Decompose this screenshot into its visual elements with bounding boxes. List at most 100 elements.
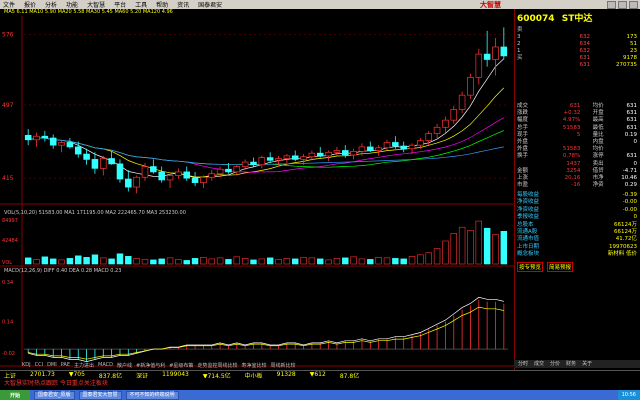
stat-value: 631 — [626, 103, 637, 109]
indicator-tab[interactable]: 走势监控周线比较 — [197, 362, 237, 370]
indicator-tab[interactable]: #新净值与利 — [136, 362, 165, 370]
indicator-tab[interactable]: PAE — [61, 362, 70, 370]
volume-bar — [266, 257, 274, 265]
minimize-icon[interactable] — [607, 1, 616, 9]
orderbook-label: 买 — [517, 55, 523, 61]
financials: 每股收益 -0.39 净资收益 -0.00 净资收益 -0.00 季报收益 0 总股本 66124… — [517, 192, 637, 259]
link-bar: 按专预览 简易预报 — [517, 262, 574, 272]
candle-body — [325, 151, 332, 157]
volume-bar — [375, 257, 382, 265]
stat-value: 1437 — [566, 160, 581, 167]
menu-item[interactable]: 功能 — [66, 0, 78, 9]
index-value: 837.8亿 — [98, 373, 123, 380]
financial-label: 概念板块 — [517, 251, 540, 258]
volume-bar — [49, 258, 57, 265]
candle-body — [483, 53, 491, 60]
orderbook-price: 632 — [579, 34, 591, 40]
close-icon[interactable] — [629, 1, 638, 9]
candle-body — [83, 153, 90, 160]
quote-tab[interactable]: 分价 — [550, 360, 560, 368]
stat-value: 4.97% — [562, 117, 581, 124]
stat-label: 金额 — [517, 167, 529, 174]
volume-bar — [325, 259, 332, 265]
taskbar-task[interactable]: 国泰君安_原版 — [34, 390, 75, 400]
candle-body — [375, 147, 382, 151]
quote-tab[interactable]: 关于 — [582, 360, 592, 368]
stat-label: 市盈 — [517, 182, 529, 189]
volume-bar — [133, 258, 140, 265]
menu-item[interactable]: 分析 — [45, 0, 57, 9]
volume-bar — [275, 259, 282, 265]
candle-body — [442, 119, 449, 128]
candle-body — [49, 137, 57, 146]
indicator-tab[interactable]: DMI — [47, 362, 57, 370]
indicator-tab[interactable]: #星级布策 — [169, 362, 193, 370]
candle-body — [450, 109, 458, 121]
stat-row: 外盘 51583 均价 — [517, 146, 637, 153]
indicator-tab[interactable]: 主力进出 — [74, 362, 94, 370]
news-ticker[interactable]: 大智慧实时热点跟踪 今日重点关注板块 — [0, 378, 640, 387]
candle-body — [100, 158, 107, 169]
menu-item[interactable]: 资讯 — [177, 0, 189, 9]
candle-body — [166, 175, 174, 181]
candle-body — [41, 135, 49, 139]
stat-value: 631 — [626, 117, 637, 124]
stat-row: 上涨 20.16 市净 10.46 — [517, 175, 637, 182]
volume-bar — [450, 233, 457, 265]
kline-chart[interactable]: 576 497 415 VOL(5,10,20) 51583.00 MA1 1711… — [0, 16, 514, 370]
candle-body — [467, 76, 474, 96]
candle-body — [233, 166, 241, 173]
quote-tab[interactable]: 成交 — [534, 360, 544, 368]
index-value: 2701.73 — [30, 371, 55, 378]
quote-tab[interactable]: 财务 — [566, 360, 576, 368]
stat-label: 上涨 — [517, 174, 529, 181]
menu-item[interactable]: 大智慧 — [87, 0, 105, 9]
stat-value: 51583 — [562, 146, 581, 153]
menu-item[interactable]: 报价 — [24, 0, 36, 9]
volume-bar — [458, 226, 466, 265]
quote-tab[interactable]: 分时 — [518, 360, 528, 368]
volume-bar — [392, 258, 399, 265]
indicator-tab[interactable]: MACD — [98, 362, 113, 370]
maximize-icon[interactable] — [618, 1, 627, 9]
menu-item[interactable]: 工具 — [135, 0, 147, 9]
candle-body — [175, 171, 182, 176]
index-value: 1199043 — [162, 371, 189, 378]
indicator-tab[interactable]: 周线新比较 — [270, 362, 295, 370]
window-controls — [607, 1, 638, 9]
indicator-tab[interactable]: CCI — [35, 362, 43, 370]
taskbar-task[interactable]: 国泰君安大智慧 — [78, 390, 122, 400]
volume-bar — [183, 260, 190, 265]
candle-body — [191, 177, 199, 183]
menu-item[interactable]: 国泰君安 — [198, 0, 222, 9]
financial-value: 新材料 低价 — [607, 251, 637, 258]
orderbook-label: 卖 — [517, 27, 523, 33]
volume-axis-label: VOL — [2, 260, 12, 266]
orderbook-label: 2 — [517, 41, 521, 47]
menu-item[interactable]: 平台 — [114, 0, 126, 9]
orderbook-row: 1 632 23 — [517, 48, 637, 55]
index-value: 上证 — [4, 373, 17, 380]
indicator-tab[interactable]: 散户线 — [117, 362, 132, 370]
orderbook-price: 631 — [579, 62, 591, 68]
volume-bar — [241, 258, 249, 265]
financial-value: -0.00 — [622, 199, 637, 206]
menu-item[interactable]: 帮助 — [156, 0, 168, 9]
volume-bar — [191, 258, 199, 265]
candle-body — [91, 159, 99, 169]
indicator-tab[interactable]: KDJ — [22, 362, 31, 370]
menu-item[interactable]: 文件 — [3, 0, 15, 9]
link-button[interactable]: 按专预览 — [517, 262, 544, 272]
stock-name: ST中达 — [561, 14, 593, 24]
candle-body — [58, 142, 65, 146]
volume-bar — [433, 248, 441, 265]
stat-label: 最低 — [592, 124, 604, 131]
volume-bar — [492, 234, 499, 265]
start-button[interactable]: 开始 — [0, 390, 30, 400]
link-button[interactable]: 简易预报 — [547, 262, 574, 272]
taskbar-task[interactable]: 不可不知的终端说明 — [125, 390, 179, 400]
volume-bar — [41, 256, 49, 265]
orderbook-label: 1 — [517, 48, 521, 54]
indicator-tab[interactable]: 寿净室比较 — [241, 362, 266, 370]
volume-bar — [425, 252, 432, 265]
